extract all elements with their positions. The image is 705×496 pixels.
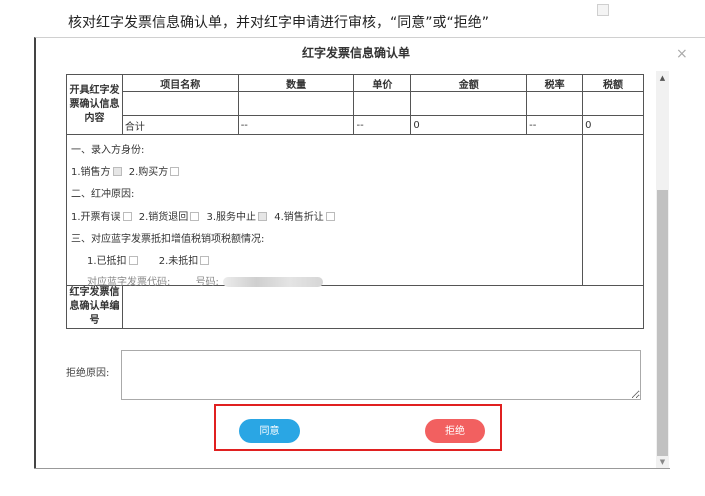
blue-invoice-row: 对应蓝字发票代码: 号码: bbox=[87, 273, 323, 288]
goods-return-checkbox[interactable] bbox=[190, 211, 200, 221]
item-row-cell bbox=[353, 91, 412, 116]
side-blank-cell bbox=[582, 134, 644, 286]
confirmation-number-value bbox=[121, 285, 645, 329]
entry-options: 1.销售方 2.购买方 bbox=[71, 163, 183, 178]
option-sales-discount-label: 4.销售折让 bbox=[274, 212, 324, 223]
entry-title: 一、录入方身份: bbox=[71, 145, 145, 156]
total-amount: 0 bbox=[410, 115, 528, 135]
scroll-up-icon[interactable]: ▲ bbox=[656, 73, 669, 83]
blurred-number bbox=[222, 277, 323, 287]
seller-checkbox[interactable] bbox=[112, 166, 122, 176]
item-row-cell bbox=[121, 91, 239, 116]
service-stop-checkbox[interactable] bbox=[258, 211, 268, 221]
reason-title: 二、红冲原因: bbox=[71, 189, 135, 200]
deducted-checkbox[interactable] bbox=[128, 255, 138, 265]
invoice-info-table: 开具红字发票确认信息内容 项目名称 数量 单价 金额 税率 税额 合计 -- -… bbox=[65, 74, 645, 329]
blue-code-label: 对应蓝字发票代码: bbox=[87, 277, 171, 288]
column-header: 税率 bbox=[526, 74, 584, 92]
option-not-deducted-label: 2.未抵扣 bbox=[158, 256, 199, 267]
option-seller-label: 1.销售方 bbox=[71, 167, 111, 178]
buyer-checkbox[interactable] bbox=[170, 166, 180, 176]
column-header: 项目名称 bbox=[121, 74, 239, 92]
deduct-title: 三、对应蓝字发票抵扣增值税销项税额情况: bbox=[71, 234, 265, 245]
dialog-title: 红字发票信息确认单 bbox=[301, 46, 410, 60]
reason-options: 1.开票有误 2.销货退回 3.服务中止 4.销售折让 bbox=[71, 208, 339, 223]
deduct-options: 1.已抵扣 2.未抵扣 bbox=[87, 252, 213, 267]
invoice-error-checkbox[interactable] bbox=[122, 211, 132, 221]
item-row-cell bbox=[237, 91, 355, 116]
column-header: 数量 bbox=[237, 74, 355, 92]
total-tax-rate: -- bbox=[526, 115, 584, 135]
column-header: 单价 bbox=[353, 74, 412, 92]
scroll-thumb[interactable] bbox=[657, 190, 668, 456]
reject-button[interactable]: 拒绝 bbox=[425, 419, 485, 443]
item-row-cell bbox=[410, 91, 528, 116]
scroll-down-icon[interactable]: ▼ bbox=[656, 457, 669, 467]
column-header: 税额 bbox=[582, 74, 644, 92]
total-quantity: -- bbox=[237, 115, 355, 135]
blue-number-label: 号码: bbox=[195, 277, 219, 288]
total-unit-price: -- bbox=[353, 115, 412, 135]
option-goods-return-label: 2.销货退回 bbox=[138, 212, 189, 223]
option-service-stop-label: 3.服务中止 bbox=[206, 212, 257, 223]
total-tax-amount: 0 bbox=[582, 115, 644, 135]
not-deducted-checkbox[interactable] bbox=[200, 255, 210, 265]
close-icon[interactable]: × bbox=[676, 47, 688, 61]
reject-reason-input[interactable] bbox=[121, 350, 641, 400]
bottom-divider bbox=[34, 468, 670, 469]
agree-button[interactable]: 同意 bbox=[239, 419, 300, 443]
corner-checkbox bbox=[597, 4, 609, 16]
total-label: 合计 bbox=[121, 115, 239, 135]
reject-reason-label: 拒绝原因: bbox=[66, 368, 110, 379]
column-header: 金额 bbox=[410, 74, 528, 92]
option-deducted-label: 1.已抵扣 bbox=[87, 256, 127, 267]
item-row-cell bbox=[582, 91, 644, 116]
red-invoice-details: 一、录入方身份: 1.销售方 2.购买方 二、红冲原因: 1.开票有误 2.销货… bbox=[65, 134, 584, 288]
item-row-cell bbox=[526, 91, 584, 116]
confirmation-dialog: 红字发票信息确认单 × 开具红字发票确认信息内容 项目名称 数量 单价 金额 税… bbox=[34, 37, 705, 469]
option-invoice-error-label: 1.开票有误 bbox=[71, 212, 121, 223]
option-buyer-label: 2.购买方 bbox=[128, 167, 169, 178]
section-label: 开具红字发票确认信息内容 bbox=[66, 74, 123, 135]
sales-discount-checkbox[interactable] bbox=[325, 211, 335, 221]
vertical-scrollbar[interactable]: ▲ ▼ bbox=[656, 71, 669, 469]
instruction-text: 核对红字发票信息确认单，并对红字申请进行审核，“同意”或“拒绝” bbox=[68, 15, 490, 31]
confirmation-number-label: 红字发票信息确认单编号 bbox=[66, 285, 123, 329]
